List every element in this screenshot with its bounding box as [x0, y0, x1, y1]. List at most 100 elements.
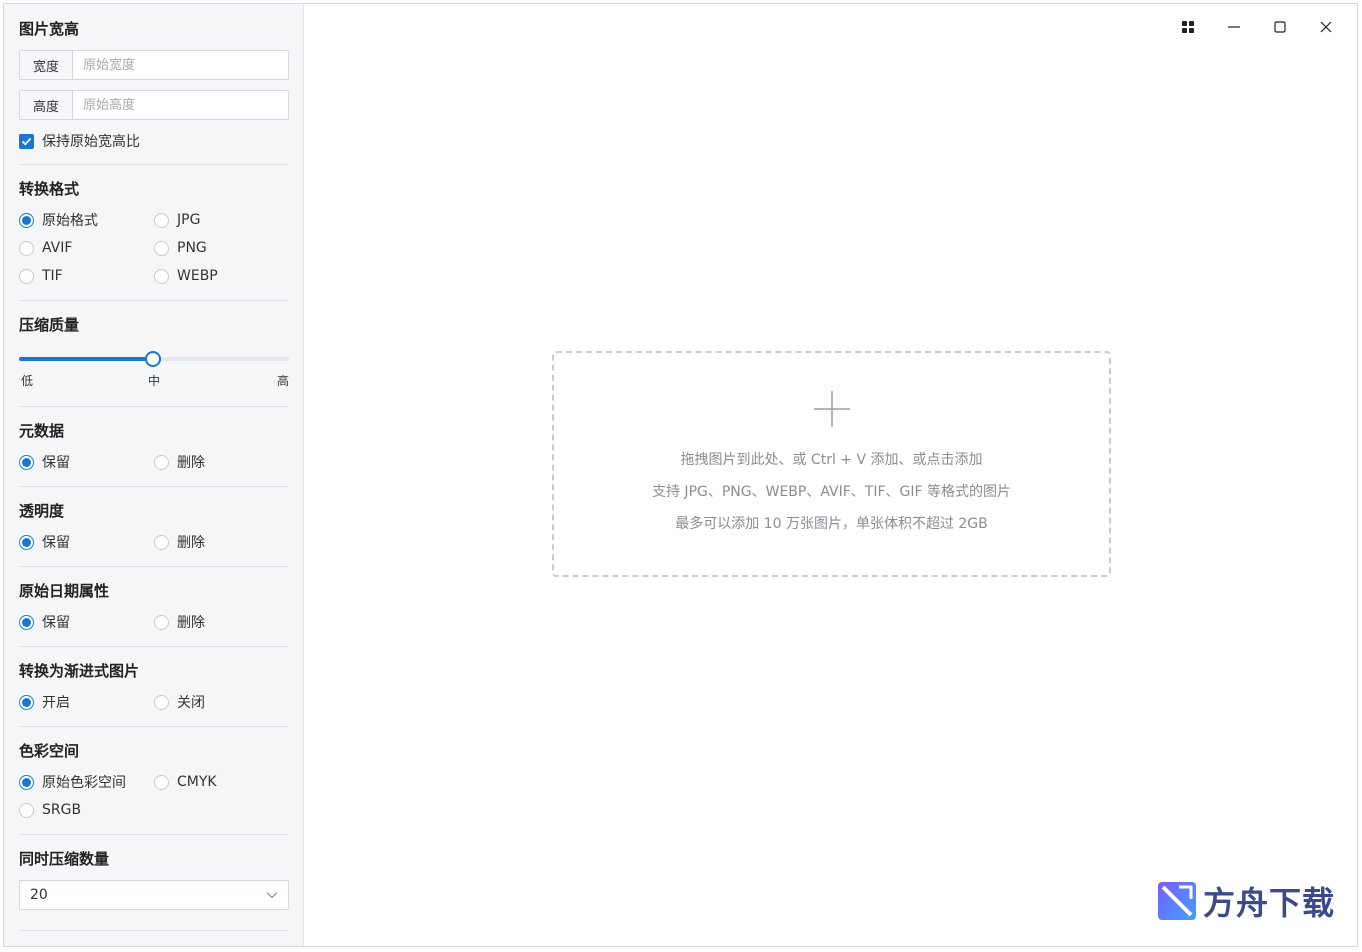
window-controls	[1165, 12, 1349, 42]
radio-format-tif[interactable]: TIF	[19, 266, 154, 286]
maximize-icon	[1274, 21, 1286, 33]
format-radio-group: 原始格式 JPG AVIF PNG TIF WEBP	[19, 210, 288, 286]
height-input[interactable]	[73, 91, 288, 119]
section-title-progressive: 转换为渐进式图片	[19, 662, 140, 680]
radio-label: WEBP	[177, 268, 218, 284]
section-transparency: 透明度 保留 删除	[19, 487, 288, 567]
radio-progressive-off[interactable]: 关闭	[154, 692, 289, 712]
transparency-radio-group: 保留 删除	[19, 532, 288, 552]
radio-label: CMYK	[177, 774, 217, 790]
radio-label: TIF	[42, 268, 63, 284]
radio-checked-icon	[19, 534, 34, 550]
radio-colorspace-cmyk[interactable]: CMYK	[154, 772, 289, 792]
radio-metadata-keep[interactable]: 保留	[19, 452, 154, 472]
radio-label: JPG	[177, 212, 201, 228]
radio-label: 删除	[177, 535, 205, 551]
slider-thumb[interactable]	[145, 351, 161, 367]
minimize-icon	[1228, 26, 1240, 28]
checkbox-checked-icon	[19, 133, 34, 149]
radio-format-avif[interactable]: AVIF	[19, 238, 154, 258]
width-input[interactable]	[73, 51, 288, 79]
logo-icon	[1157, 882, 1196, 920]
keep-ratio-label: 保持原始宽高比	[42, 134, 140, 150]
main-area: 拖拽图片到此处、或 Ctrl + V 添加、或点击添加 支持 JPG、PNG、W…	[304, 4, 1357, 946]
radio-format-jpg[interactable]: JPG	[154, 210, 289, 230]
close-button[interactable]	[1303, 12, 1349, 42]
section-metadata: 元数据 保留 删除	[19, 407, 288, 487]
radio-label: SRGB	[42, 802, 82, 818]
slider-label-low: 低	[21, 374, 34, 388]
section-date-attr: 原始日期属性 保留 删除	[19, 567, 288, 647]
dropzone-hint-1: 拖拽图片到此处、或 Ctrl + V 添加、或点击添加	[680, 452, 983, 468]
plus-icon	[814, 391, 850, 427]
radio-format-png[interactable]: PNG	[154, 238, 289, 258]
minimize-button[interactable]	[1211, 12, 1257, 42]
colorspace-radio-group: 原始色彩空间 CMYK SRGB	[19, 772, 288, 820]
dropzone-hint-2: 支持 JPG、PNG、WEBP、AVIF、TIF、GIF 等格式的图片	[651, 484, 1012, 500]
section-progressive: 转换为渐进式图片 开启 关闭	[19, 647, 288, 727]
radio-label: 原始色彩空间	[42, 775, 126, 791]
radio-label: 删除	[177, 615, 205, 631]
radio-unchecked-icon	[154, 454, 169, 470]
concurrency-select[interactable]: 20	[19, 880, 289, 910]
section-concurrency: 同时压缩数量 20	[19, 835, 289, 931]
radio-unchecked-icon	[19, 802, 34, 818]
radio-unchecked-icon	[19, 240, 34, 256]
section-image-size: 图片宽高 宽度 高度 保持原始宽高比	[19, 4, 289, 165]
section-title-quality: 压缩质量	[19, 316, 80, 334]
section-title-concurrency: 同时压缩数量	[19, 850, 110, 868]
radio-date-delete[interactable]: 删除	[154, 612, 289, 632]
section-title-image-size: 图片宽高	[19, 20, 80, 38]
slider-fill	[19, 357, 153, 361]
radio-colorspace-srgb[interactable]: SRGB	[19, 800, 154, 820]
section-format: 转换格式 原始格式 JPG AVIF PNG TIF WEBP	[19, 165, 288, 301]
radio-label: 删除	[177, 455, 205, 471]
section-quality: 压缩质量 低 中 高	[19, 301, 289, 407]
section-title-transparency: 透明度	[19, 502, 65, 520]
radio-label: 保留	[42, 455, 70, 471]
radio-unchecked-icon	[154, 268, 169, 284]
radio-transparency-keep[interactable]: 保留	[19, 532, 154, 552]
grid-button[interactable]	[1165, 12, 1211, 42]
radio-checked-icon	[19, 614, 34, 630]
section-title-colorspace: 色彩空间	[19, 742, 80, 760]
grid-icon	[1182, 21, 1194, 33]
radio-date-keep[interactable]: 保留	[19, 612, 154, 632]
keep-ratio-checkbox[interactable]: 保持原始宽高比	[19, 131, 288, 151]
metadata-radio-group: 保留 删除	[19, 452, 288, 472]
radio-checked-icon	[19, 212, 34, 228]
watermark-text: 方舟下载	[1202, 884, 1335, 922]
app-window: 图片宽高 宽度 高度 保持原始宽高比 转换格式 原始格式 JPG A	[3, 3, 1358, 947]
dropzone-hint-3: 最多可以添加 10 万张图片，单张体积不超过 2GB	[675, 516, 988, 532]
radio-unchecked-icon	[154, 212, 169, 228]
progressive-radio-group: 开启 关闭	[19, 692, 288, 712]
radio-label: 关闭	[177, 695, 205, 711]
slider-label-mid: 中	[148, 374, 161, 388]
slider-labels: 低 中 高	[19, 372, 289, 388]
section-title-metadata: 元数据	[19, 422, 65, 440]
height-label: 高度	[20, 91, 73, 119]
radio-label: 保留	[42, 535, 70, 551]
width-label: 宽度	[20, 51, 73, 79]
radio-format-original[interactable]: 原始格式	[19, 210, 154, 230]
radio-transparency-delete[interactable]: 删除	[154, 532, 289, 552]
radio-metadata-delete[interactable]: 删除	[154, 452, 289, 472]
radio-label: 原始格式	[42, 213, 98, 229]
radio-format-webp[interactable]: WEBP	[154, 266, 289, 286]
radio-checked-icon	[19, 694, 34, 710]
radio-checked-icon	[19, 774, 34, 790]
radio-checked-icon	[19, 454, 34, 470]
close-icon	[1320, 21, 1332, 33]
radio-unchecked-icon	[154, 240, 169, 256]
radio-progressive-on[interactable]: 开启	[19, 692, 154, 712]
quality-slider[interactable]	[19, 347, 289, 371]
radio-unchecked-icon	[154, 534, 169, 550]
maximize-button[interactable]	[1257, 12, 1303, 42]
image-dropzone[interactable]: 拖拽图片到此处、或 Ctrl + V 添加、或点击添加 支持 JPG、PNG、W…	[552, 351, 1111, 577]
date-attr-radio-group: 保留 删除	[19, 612, 288, 632]
radio-label: AVIF	[42, 240, 73, 256]
width-input-group: 宽度	[19, 50, 289, 80]
settings-sidebar: 图片宽高 宽度 高度 保持原始宽高比 转换格式 原始格式 JPG A	[4, 4, 304, 946]
radio-label: 保留	[42, 615, 70, 631]
radio-colorspace-original[interactable]: 原始色彩空间	[19, 772, 154, 792]
